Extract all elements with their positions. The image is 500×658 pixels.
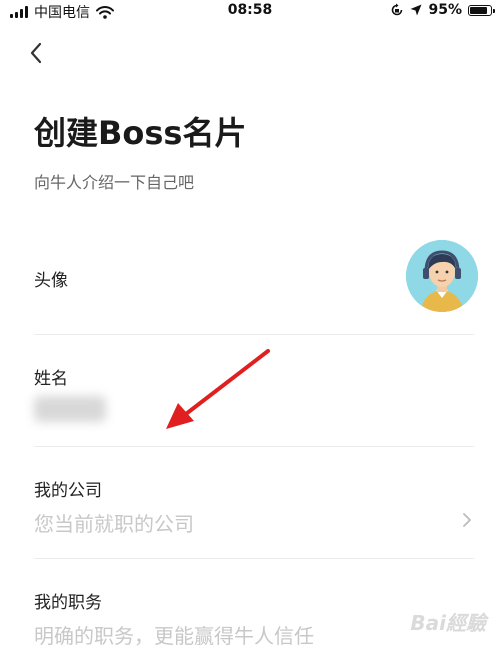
avatar[interactable]	[406, 240, 478, 312]
back-button[interactable]	[24, 38, 50, 68]
position-row[interactable]: 我的职务 明确的职务，更能赢得牛人信任	[34, 558, 474, 658]
position-label: 我的职务	[34, 593, 102, 613]
avatar-row[interactable]: 头像	[34, 224, 478, 335]
company-row[interactable]: 我的公司 您当前就职的公司	[34, 446, 474, 559]
status-right: 95%	[390, 2, 495, 18]
battery-icon	[468, 4, 495, 16]
chevron-right-icon	[463, 513, 471, 527]
name-row[interactable]: 姓名	[34, 334, 474, 447]
page-subtitle: 向牛人介绍一下自己吧	[34, 173, 195, 192]
avatar-illustration	[406, 240, 478, 312]
watermark: Bai經驗	[410, 611, 486, 635]
chevron-left-icon	[30, 42, 42, 64]
position-placeholder: 明确的职务，更能赢得牛人信任	[34, 624, 314, 648]
name-value-blurred	[34, 396, 106, 422]
battery-fill	[470, 6, 487, 14]
avatar-label: 头像	[34, 271, 68, 291]
company-placeholder: 您当前就职的公司	[34, 512, 194, 536]
status-bar: 中国电信 08:58 95%	[0, 0, 500, 22]
company-label: 我的公司	[34, 481, 102, 501]
rotation-lock-icon	[392, 3, 403, 16]
location-arrow-icon	[410, 4, 422, 16]
name-label: 姓名	[34, 369, 68, 389]
battery-percent: 95%	[428, 2, 462, 18]
page-title: 创建Boss名片	[34, 114, 247, 152]
